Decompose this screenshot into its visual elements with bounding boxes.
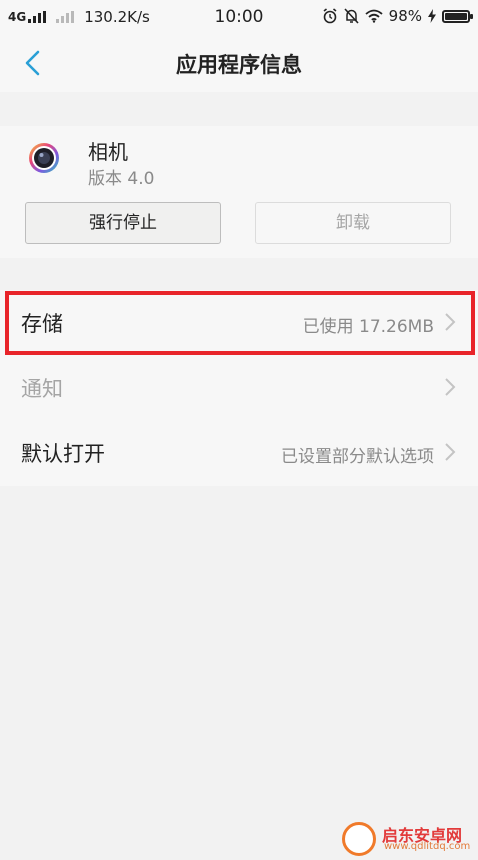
- chevron-right-icon: [445, 378, 456, 396]
- app-info-card: 相机 版本 4.0 强行停止 卸载: [0, 126, 478, 258]
- app-name: 相机: [88, 140, 128, 164]
- mute-icon: [344, 8, 359, 24]
- watermark-url: www.qdlitdq.com: [384, 841, 471, 852]
- storage-value: 已使用 17.26MB: [302, 317, 434, 337]
- back-chevron-icon[interactable]: [18, 47, 50, 79]
- alarm-icon: [323, 8, 337, 24]
- site-watermark: 启东安卓网 www.qdlitdq.com: [342, 822, 472, 856]
- storage-row[interactable]: 存储 已使用 17.26MB: [0, 290, 478, 354]
- notifications-row[interactable]: 通知: [0, 355, 478, 419]
- uninstall-button[interactable]: 卸载: [255, 202, 451, 244]
- open-by-default-label: 默认打开: [21, 442, 105, 466]
- wifi-icon: [365, 9, 383, 23]
- force-stop-button[interactable]: 强行停止: [25, 202, 221, 244]
- app-header: 应用程序信息: [0, 34, 478, 92]
- camera-app-icon: [29, 143, 59, 173]
- app-version: 版本 4.0: [88, 169, 155, 189]
- chevron-right-icon: [445, 443, 456, 461]
- charging-icon: [428, 9, 436, 23]
- battery-icon: [442, 9, 473, 23]
- open-by-default-row[interactable]: 默认打开 已设置部分默认选项: [0, 420, 478, 484]
- battery-fill: [445, 12, 467, 20]
- storage-label: 存储: [21, 312, 63, 336]
- notifications-label: 通知: [21, 377, 63, 401]
- chevron-right-icon: [445, 313, 456, 331]
- page-title: 应用程序信息: [176, 53, 302, 77]
- status-right: 98%: [322, 7, 473, 25]
- open-by-default-value: 已设置部分默认选项: [281, 447, 434, 467]
- app-settings-list: 存储 已使用 17.26MB 通知 默认打开 已设置部分默认选项: [0, 290, 478, 486]
- status-bar: 4G 130.2K/s 10:00 98%: [0, 0, 478, 34]
- battery-percent: 98%: [388, 7, 422, 25]
- watermark-logo-icon: [342, 822, 376, 856]
